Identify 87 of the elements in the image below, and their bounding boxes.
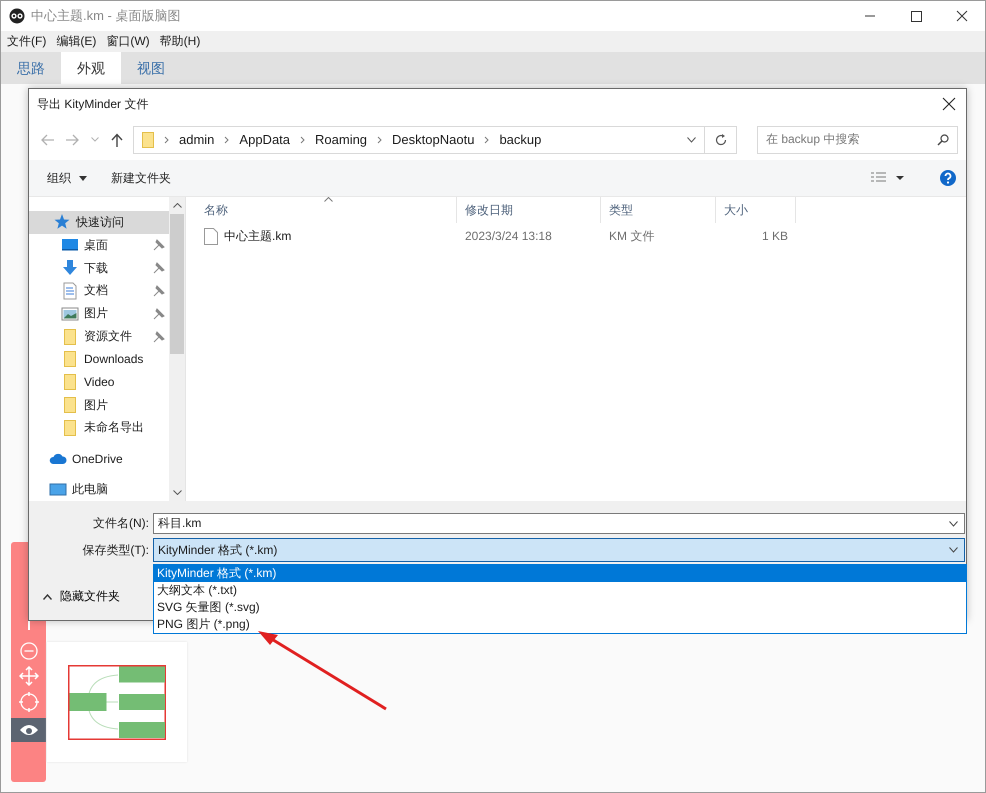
new-folder-button[interactable]: 新建文件夹 [103,166,179,190]
ribbon-tab[interactable]: 外观 [61,52,121,84]
folder-icon [61,350,79,368]
sidebar-item[interactable]: 下载 [29,256,169,280]
folder-icon [61,328,79,346]
caret-icon [79,176,87,180]
menu-item[interactable]: 文件(F) [7,33,46,50]
pin-icon [153,284,165,297]
sidebar-item[interactable]: Video [29,370,169,394]
scroll-down-icon [172,490,182,495]
menu-item[interactable]: 编辑(E) [56,33,96,50]
close-icon[interactable] [942,97,956,111]
breadcrumb-item[interactable]: backup [499,132,542,147]
scroll-up-icon [172,203,182,208]
sidebar-item[interactable]: 文档 [29,279,169,302]
chevron-icon [377,136,382,144]
eye-icon [18,723,38,737]
column-header[interactable]: 大小 [716,197,796,223]
sidebar-item[interactable]: 快速访问 [29,211,169,234]
folder-icon [61,396,79,414]
chevron-icon [484,136,490,144]
breadcrumb-item[interactable]: admin [179,132,214,147]
menu-item[interactable]: 帮助(H) [160,33,200,50]
sort-caret-icon [324,197,333,202]
menu-item[interactable]: 窗口(W) [106,33,150,50]
folder-icon [61,373,79,392]
sidebar-item[interactable]: 图片 [29,302,169,326]
pin-icon [153,330,165,343]
dialog-title: 导出 KityMinder 文件 [37,96,148,112]
filename-field[interactable]: 科目.km [153,513,965,534]
dropdown-option[interactable]: KityMinder 格式 (*.km) [154,565,966,582]
folder-icon [142,132,154,148]
up-arrow-icon[interactable] [111,132,123,146]
sidebar-item[interactable]: 资源文件 [29,325,169,348]
address-bar[interactable]: admin AppData Roaming DesktopNaotu backup [133,126,705,154]
sidebar-item[interactable]: OneDrive [29,447,169,470]
organize-button[interactable]: 组织 [39,166,95,190]
file-type-dropdown[interactable]: KityMinder 格式 (*.km) [153,538,965,562]
pin-icon [153,308,165,320]
hide-folders-button[interactable]: 隐藏文件夹 [37,587,126,606]
ribbon-tab[interactable]: 视图 [121,52,181,84]
file-name[interactable]: 中心主题.km [224,228,292,244]
download-arrow-icon [61,259,79,278]
window-title: 中心主题.km - 桌面版脑图 [31,7,180,25]
refresh-button[interactable] [705,126,737,154]
breadcrumb-item[interactable]: DesktopNaotu [392,132,474,147]
file-icon [204,228,218,244]
dropdown-chevron-icon [949,547,958,553]
dropdown-option[interactable]: SVG 矢量图 (*.svg) [154,599,966,616]
folder-icon [61,418,79,437]
pin-icon [153,239,165,252]
eye-button[interactable] [11,718,46,742]
sidebar-item[interactable]: 此电脑 [29,478,169,501]
column-header[interactable]: 名称 [196,197,457,223]
file-size: 1 KB [760,229,789,243]
dropdown-option[interactable]: 大纲文本 (*.txt) [154,582,966,599]
breadcrumb-item[interactable]: AppData [239,132,290,147]
star-icon [53,213,71,232]
dropdown-chevron-icon[interactable] [687,136,696,142]
field-label: 保存类型(T): [81,542,150,558]
refresh-icon [714,134,726,146]
chevron-icon [224,136,230,144]
caret-up-icon [43,594,52,600]
breadcrumb-item[interactable]: Roaming [315,132,368,147]
sidebar-item[interactable]: Downloads [29,348,169,371]
column-header[interactable]: 类型 [601,197,716,223]
chevron-icon [300,136,306,144]
file-type: KM 文件 [608,228,656,244]
column-header[interactable]: 修改日期 [457,197,601,223]
search-field[interactable]: 在 backup 中搜索 [757,126,958,154]
scrollbar-thumb[interactable] [170,214,184,354]
sidebar-item[interactable]: 桌面 [29,234,169,257]
search-icon [937,134,949,146]
dropdown-option[interactable]: PNG 图片 (*.png) [154,616,966,633]
owl-logo-icon [9,8,25,24]
sidebar-item[interactable]: 未命名导出 [29,416,169,440]
picture-icon [61,304,79,323]
scrollbar[interactable] [169,197,185,501]
chevron-icon [164,136,169,144]
ribbon-tab[interactable]: 思路 [1,52,61,84]
document-icon [61,282,79,300]
help-icon[interactable] [940,170,956,186]
file-date: 2023/3/24 13:18 [464,229,553,243]
dropdown-chevron-icon [949,520,958,526]
sidebar-item[interactable]: 图片 [29,394,169,416]
pin-icon [153,262,165,274]
field-label: 文件名(N): [92,515,150,532]
